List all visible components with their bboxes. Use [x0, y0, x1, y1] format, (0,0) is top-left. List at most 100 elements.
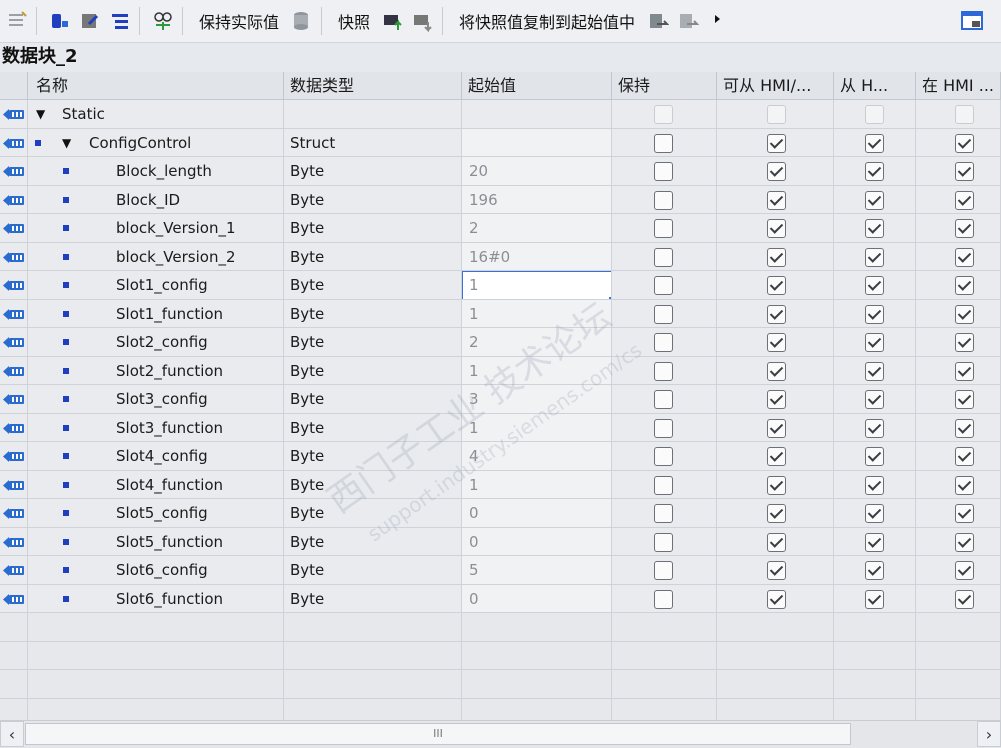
writable-hmi-checkbox[interactable]	[865, 190, 884, 210]
header-datatype[interactable]: 数据类型	[284, 72, 462, 100]
name-cell[interactable]: Slot5_config	[28, 499, 284, 528]
retain-checkbox[interactable]	[654, 190, 673, 210]
writable-hmi-checkbox[interactable]	[865, 475, 884, 495]
start-value-cell[interactable]: 5	[462, 556, 612, 585]
table-row[interactable]: Block_ID Byte 196	[0, 185, 1001, 214]
table-row[interactable]: Slot6_config Byte 5	[0, 556, 1001, 585]
retain-checkbox[interactable]	[654, 333, 673, 352]
visible-hmi-checkbox[interactable]	[955, 589, 974, 609]
start-value-cell[interactable]: 196	[462, 185, 612, 214]
name-cell[interactable]: block_Version_1	[28, 214, 284, 243]
writable-hmi-checkbox[interactable]	[865, 162, 884, 181]
accessible-hmi-checkbox[interactable]	[767, 190, 786, 210]
retain-checkbox[interactable]	[654, 162, 673, 181]
accessible-hmi-checkbox[interactable]	[767, 532, 786, 552]
visible-hmi-checkbox[interactable]	[955, 361, 974, 381]
writable-hmi-checkbox[interactable]	[865, 447, 884, 466]
writable-hmi-checkbox[interactable]	[865, 247, 884, 267]
header-accessible-hmi[interactable]: 可从 HMI/...	[717, 72, 834, 100]
visible-hmi-checkbox[interactable]	[955, 475, 974, 495]
name-cell[interactable]: Block_length	[28, 157, 284, 186]
writable-hmi-checkbox[interactable]	[865, 333, 884, 352]
start-value-cell[interactable]: 1	[462, 413, 612, 442]
table-row[interactable]: Slot6_function Byte 0	[0, 584, 1001, 613]
visible-hmi-checkbox[interactable]	[955, 219, 974, 238]
scroll-right-button[interactable]: ›	[977, 721, 1001, 747]
visible-hmi-checkbox[interactable]	[955, 532, 974, 552]
start-value-cell[interactable]	[462, 100, 612, 129]
list-button[interactable]	[107, 6, 133, 36]
monitor-button[interactable]	[47, 6, 73, 36]
table-row[interactable]: Slot5_config Byte 0	[0, 499, 1001, 528]
datatype-cell[interactable]: Byte	[284, 470, 462, 499]
retain-checkbox[interactable]	[654, 390, 673, 409]
accessible-hmi-checkbox[interactable]	[767, 276, 786, 295]
edit-button[interactable]	[77, 6, 103, 36]
name-cell[interactable]: Slot5_function	[28, 527, 284, 556]
load-start-button[interactable]	[645, 6, 671, 36]
retain-checkbox[interactable]	[654, 561, 673, 580]
datatype-cell[interactable]: Byte	[284, 442, 462, 471]
writable-hmi-checkbox[interactable]	[865, 589, 884, 609]
accessible-hmi-checkbox[interactable]	[767, 447, 786, 466]
table-row[interactable]: Slot4_function Byte 1	[0, 470, 1001, 499]
visible-hmi-checkbox[interactable]	[955, 561, 974, 580]
accessible-hmi-checkbox[interactable]	[767, 304, 786, 324]
name-cell[interactable]: Slot4_config	[28, 442, 284, 471]
datatype-cell[interactable]: Byte	[284, 328, 462, 357]
insert-row-button[interactable]	[4, 6, 30, 36]
retain-checkbox[interactable]	[654, 447, 673, 466]
accessible-hmi-checkbox[interactable]	[767, 219, 786, 238]
start-value-cell[interactable]: 3	[462, 385, 612, 414]
writable-hmi-checkbox[interactable]	[865, 276, 884, 295]
table-row[interactable]: Slot2_config Byte 2	[0, 328, 1001, 357]
table-row[interactable]: Slot1_config Byte 1	[0, 271, 1001, 300]
name-cell[interactable]: ▼ ConfigControl	[28, 128, 284, 157]
table-row[interactable]: Slot2_function Byte 1	[0, 356, 1001, 385]
layout-button[interactable]	[959, 8, 985, 34]
name-cell[interactable]: Slot3_config	[28, 385, 284, 414]
writable-hmi-checkbox[interactable]	[865, 418, 884, 438]
retain-checkbox[interactable]	[654, 475, 673, 495]
accessible-hmi-checkbox[interactable]	[767, 504, 786, 523]
visible-hmi-checkbox[interactable]	[955, 247, 974, 267]
accessible-hmi-checkbox[interactable]	[767, 589, 786, 609]
start-value-cell[interactable]	[462, 128, 612, 157]
horizontal-scrollbar[interactable]: ‹ III ›	[0, 720, 1001, 748]
expand-triangle-icon[interactable]: ▼	[36, 100, 45, 128]
start-value-cell[interactable]: 20	[462, 157, 612, 186]
expand-triangle-icon[interactable]: ▼	[62, 129, 71, 157]
header-writable-hmi[interactable]: 从 H...	[834, 72, 916, 100]
start-value-cell[interactable]: 1	[462, 271, 612, 300]
datatype-cell[interactable]: Byte	[284, 413, 462, 442]
visible-hmi-checkbox[interactable]	[955, 447, 974, 466]
retain-checkbox[interactable]	[654, 361, 673, 381]
datatype-cell[interactable]: Byte	[284, 385, 462, 414]
header-name[interactable]: 名称	[28, 72, 284, 100]
table-row[interactable]: Slot3_function Byte 1	[0, 413, 1001, 442]
name-cell[interactable]: Slot6_function	[28, 584, 284, 613]
start-value-cell[interactable]: 2	[462, 214, 612, 243]
table-row[interactable]: ▼ Static	[0, 100, 1001, 129]
scroll-left-button[interactable]: ‹	[0, 721, 24, 747]
datatype-cell[interactable]: Byte	[284, 185, 462, 214]
datatype-cell[interactable]: Byte	[284, 299, 462, 328]
datatype-cell[interactable]: Byte	[284, 242, 462, 271]
start-value-cell[interactable]: 1	[462, 356, 612, 385]
table-row[interactable]: Block_length Byte 20	[0, 157, 1001, 186]
datatype-cell[interactable]: Byte	[284, 356, 462, 385]
writable-hmi-checkbox[interactable]	[865, 532, 884, 552]
table-row[interactable]: Slot5_function Byte 0	[0, 527, 1001, 556]
header-retain[interactable]: 保持	[612, 72, 717, 100]
start-value-cell[interactable]: 4	[462, 442, 612, 471]
retain-checkbox[interactable]	[654, 418, 673, 438]
name-cell[interactable]: Block_ID	[28, 185, 284, 214]
table-row[interactable]: block_Version_2 Byte 16#0	[0, 242, 1001, 271]
visible-hmi-checkbox[interactable]	[955, 333, 974, 352]
visible-hmi-checkbox[interactable]	[955, 162, 974, 181]
writable-hmi-checkbox[interactable]	[865, 219, 884, 238]
name-cell[interactable]: Slot2_config	[28, 328, 284, 357]
table-row[interactable]: ▼ ConfigControl Struct	[0, 128, 1001, 157]
retain-checkbox[interactable]	[654, 532, 673, 552]
accessible-hmi-checkbox[interactable]	[767, 333, 786, 352]
